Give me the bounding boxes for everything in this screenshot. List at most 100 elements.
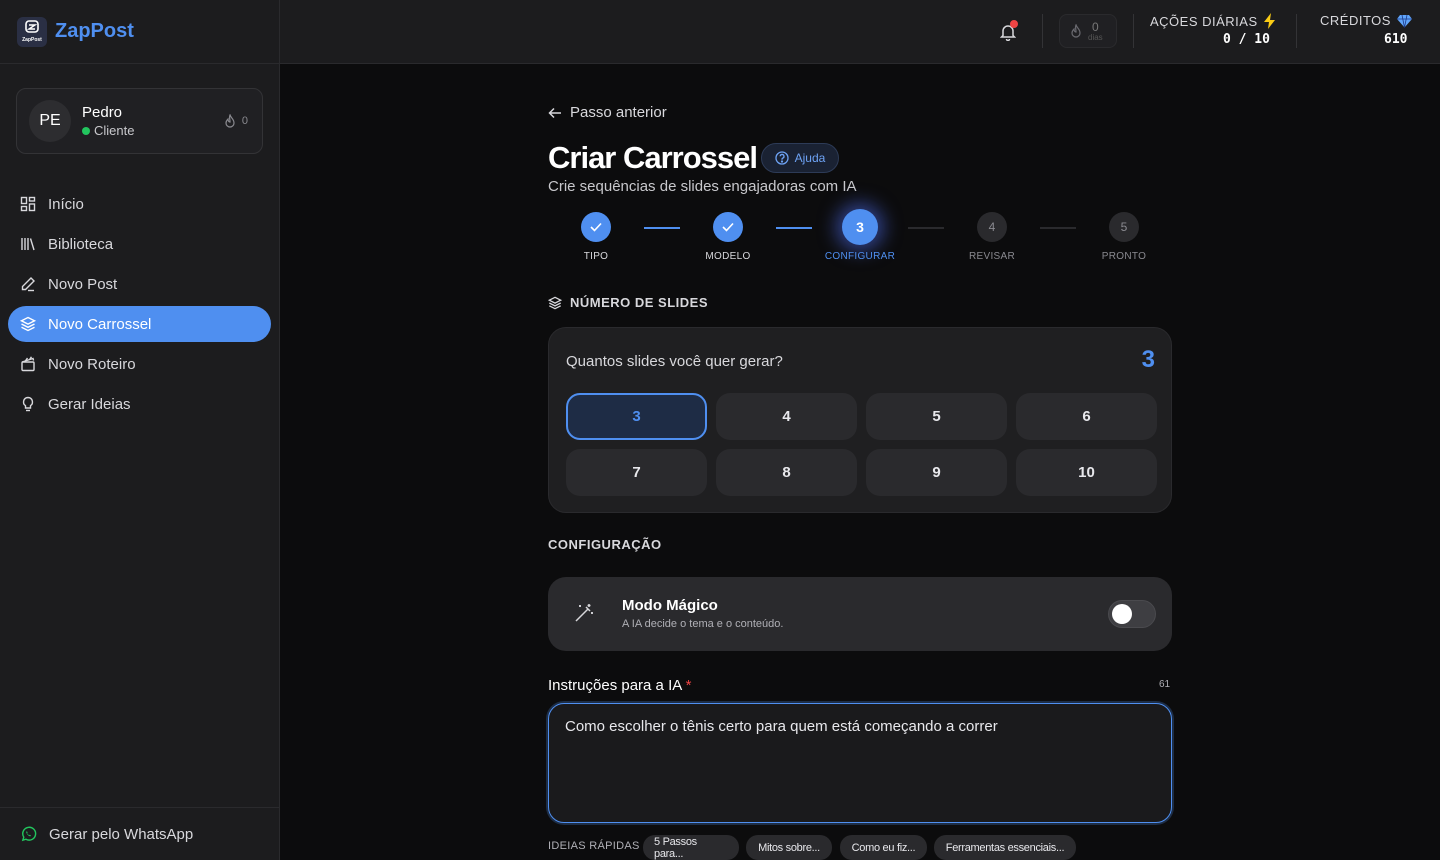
- sidebar-item-label: Novo Roteiro: [48, 355, 136, 373]
- step-revisar: 4 REVISAR: [952, 212, 1032, 262]
- library-icon: [21, 238, 35, 251]
- help-label: Ajuda: [794, 151, 826, 165]
- sidebar-item-biblioteca[interactable]: Biblioteca: [8, 226, 271, 262]
- slides-question: Quantos slides você quer gerar?: [566, 353, 783, 370]
- slides-card: Quantos slides você quer gerar? 3 3 4 5 …: [548, 327, 1172, 513]
- toggle-knob: [1112, 604, 1132, 624]
- layers-icon: [548, 296, 562, 309]
- sidebar-item-label: Novo Carrossel: [48, 315, 152, 333]
- slide-option-5[interactable]: 5: [866, 393, 1007, 440]
- sidebar-item-novo-post[interactable]: Novo Post: [8, 266, 271, 302]
- grid-icon: [20, 196, 36, 212]
- instructions-label-text: Instruções para a IA: [548, 677, 682, 694]
- step-number: 4: [977, 212, 1007, 242]
- slide-option-10[interactable]: 10: [1016, 449, 1157, 496]
- slides-section-label: NÚMERO DE SLIDES: [570, 295, 709, 310]
- slide-option-4[interactable]: 4: [716, 393, 857, 440]
- layers-icon: [20, 316, 36, 332]
- step-configurar[interactable]: 3 CONFIGURAR: [820, 209, 900, 262]
- check-icon: [713, 212, 743, 242]
- daily-actions-title: AÇÕES DIÁRIAS: [1150, 13, 1258, 29]
- magic-mode-card[interactable]: Modo Mágico A IA decide o tema e o conte…: [548, 577, 1172, 651]
- sidebar-item-label: Biblioteca: [48, 235, 114, 253]
- help-button[interactable]: Ajuda: [761, 143, 839, 173]
- step-connector: [1040, 227, 1076, 229]
- credits-value: 610: [1384, 32, 1408, 47]
- sidebar: ZapPost ZapPost PE Pedro Cliente 0 Iníci…: [0, 0, 280, 860]
- check-icon: [581, 212, 611, 242]
- sidebar-item-gerar-ideias[interactable]: Gerar Ideias: [8, 386, 271, 422]
- credits-label: CRÉDITOS: [1320, 13, 1412, 28]
- required-mark: *: [685, 677, 692, 694]
- step-connector: [908, 227, 944, 229]
- user-card[interactable]: PE Pedro Cliente 0: [16, 88, 263, 154]
- step-modelo[interactable]: MODELO: [688, 212, 768, 262]
- step-label: CONFIGURAR: [824, 251, 896, 262]
- notifications-button[interactable]: [998, 20, 1018, 42]
- sidebar-nav: Início Biblioteca Novo Post Novo Carross…: [8, 186, 271, 426]
- page-title: Criar Carrossel: [548, 140, 758, 175]
- slide-option-9[interactable]: 9: [866, 449, 1007, 496]
- step-label: PRONTO: [1101, 251, 1147, 262]
- user-role-label: Cliente: [94, 123, 135, 138]
- quick-ideas-label: IDEIAS RÁPIDAS: [548, 840, 640, 852]
- daily-actions-value: 0 / 10: [1223, 32, 1270, 47]
- slide-option-8[interactable]: 8: [716, 449, 857, 496]
- whatsapp-button[interactable]: Gerar pelo WhatsApp: [0, 807, 279, 860]
- credits-title: CRÉDITOS: [1320, 13, 1391, 28]
- page-subtitle: Crie sequências de slides engajadoras co…: [548, 178, 857, 195]
- slides-selected-value: 3: [1141, 346, 1155, 373]
- whatsapp-label: Gerar pelo WhatsApp: [49, 825, 194, 843]
- char-count: 61: [1159, 679, 1171, 690]
- divider: [1133, 14, 1134, 48]
- brand-name: ZapPost: [55, 20, 134, 42]
- instructions-input[interactable]: [548, 703, 1172, 823]
- user-streak: 0: [224, 114, 248, 128]
- user-streak-value: 0: [241, 115, 248, 127]
- user-role: Cliente: [82, 123, 134, 138]
- step-connector: [644, 227, 680, 229]
- slide-option-6[interactable]: 6: [1016, 393, 1157, 440]
- flame-icon: [225, 114, 235, 128]
- quick-idea-chip[interactable]: 5 Passos para...: [643, 835, 739, 860]
- magic-mode-description: A IA decide o tema e o conteúdo.: [622, 618, 784, 630]
- online-dot-icon: [82, 126, 90, 135]
- quick-idea-chip[interactable]: Como eu fiz...: [840, 835, 927, 860]
- back-label: Passo anterior: [570, 104, 667, 121]
- logo-mini-text: ZapPost: [22, 37, 42, 43]
- slide-option-3[interactable]: 3: [566, 393, 707, 440]
- divider: [1296, 14, 1297, 48]
- avatar: PE: [29, 100, 71, 142]
- arrow-left-icon: [548, 107, 561, 118]
- sidebar-item-inicio[interactable]: Início: [8, 186, 271, 222]
- brand-logo[interactable]: ZapPost ZapPost: [0, 0, 279, 64]
- notification-dot: [1010, 20, 1018, 28]
- step-label: MODELO: [705, 251, 751, 262]
- clapperboard-icon: [21, 356, 35, 372]
- step-tipo[interactable]: TIPO: [556, 212, 636, 262]
- back-button[interactable]: Passo anterior: [548, 104, 667, 121]
- streak-days-label: dias: [1088, 32, 1103, 42]
- config-section-title: CONFIGURAÇÃO: [548, 537, 662, 552]
- user-name: Pedro: [82, 104, 123, 121]
- step-connector: [776, 227, 812, 229]
- magic-mode-toggle[interactable]: [1108, 600, 1156, 628]
- help-circle-icon: [774, 151, 789, 165]
- step-label: REVISAR: [968, 251, 1015, 262]
- quick-idea-chip[interactable]: Ferramentas essenciais...: [934, 835, 1076, 860]
- logo-icon: ZapPost: [17, 16, 47, 47]
- lightning-icon: [1263, 13, 1275, 29]
- sidebar-item-novo-roteiro[interactable]: Novo Roteiro: [8, 346, 271, 382]
- quick-idea-chip[interactable]: Mitos sobre...: [746, 835, 832, 860]
- step-pronto: 5 PRONTO: [1084, 212, 1164, 262]
- magic-mode-title: Modo Mágico: [622, 597, 718, 614]
- sidebar-item-novo-carrossel[interactable]: Novo Carrossel: [8, 306, 271, 342]
- sidebar-item-label: Novo Post: [48, 275, 118, 293]
- step-label: TIPO: [583, 251, 609, 262]
- slide-option-7[interactable]: 7: [566, 449, 707, 496]
- slides-section-title: NÚMERO DE SLIDES: [548, 295, 708, 310]
- sidebar-item-label: Início: [48, 195, 84, 213]
- streak-days-value: 0: [1092, 19, 1099, 34]
- step-number: 3: [842, 209, 878, 245]
- lightbulb-icon: [22, 396, 34, 412]
